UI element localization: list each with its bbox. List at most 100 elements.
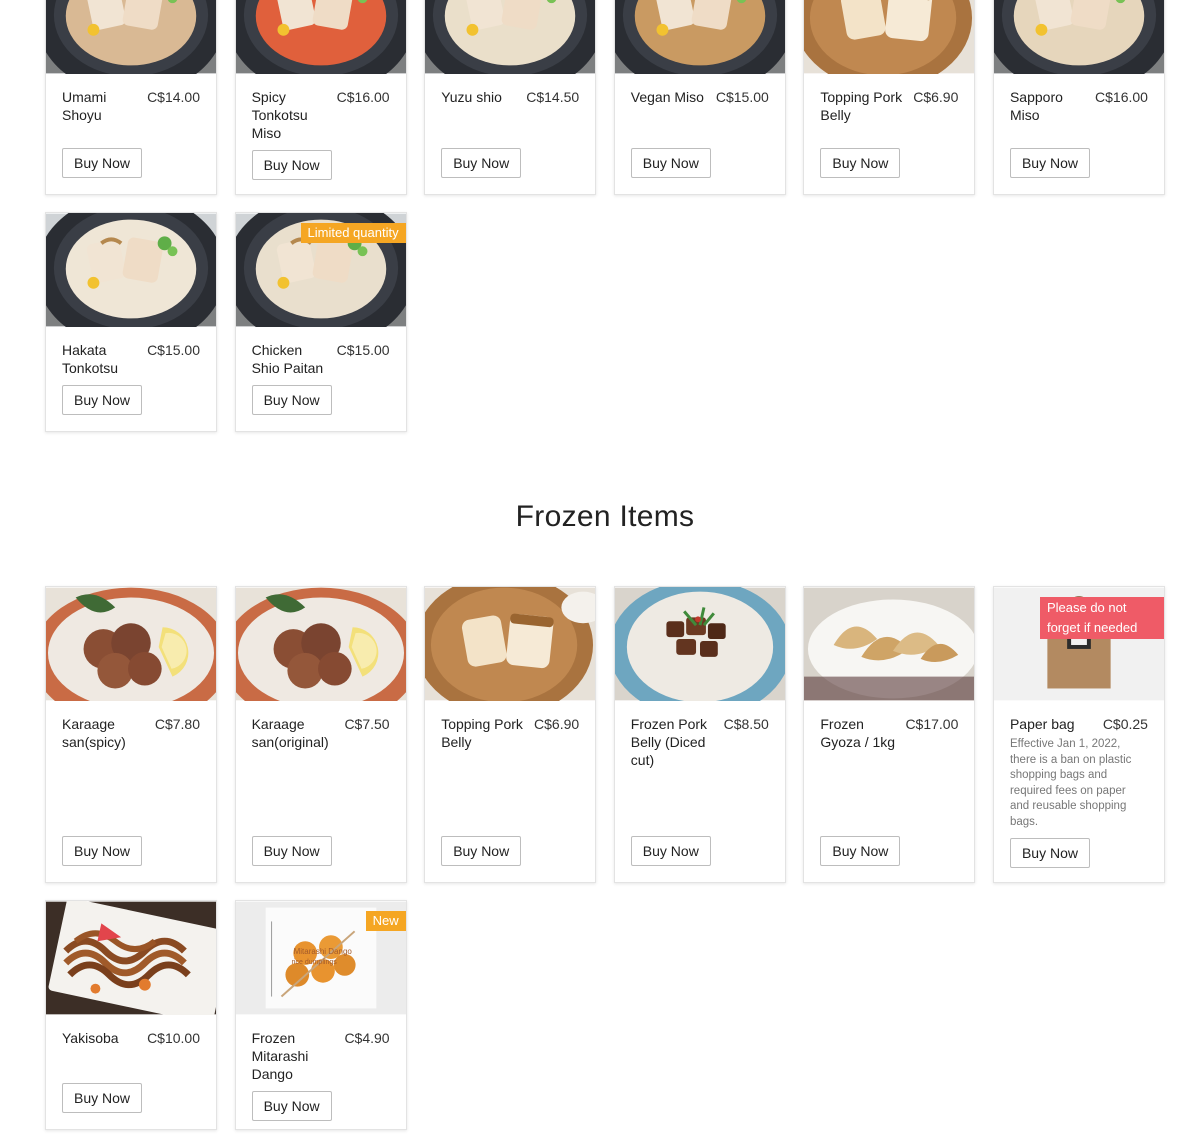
product-card[interactable]: Please do not forget if needed Paper bag… [992, 586, 1165, 884]
product-info: Vegan Miso C$15.00 Buy Now [615, 74, 785, 194]
product-card[interactable]: Sapporo Miso C$16.00 Buy Now [992, 0, 1165, 195]
product-info: Yuzu shio C$14.50 Buy Now [425, 74, 595, 194]
product-card[interactable]: Spicy Tonkotsu Miso C$16.00 Buy Now [234, 0, 407, 195]
product-info: Karaage san(original) C$7.50 Buy Now [236, 701, 406, 882]
buy-now-button[interactable]: Buy Now [251, 1091, 332, 1121]
buy-now-button[interactable]: Buy Now [1009, 838, 1090, 868]
product-name[interactable]: Frozen Pork Belly (Diced cut) [631, 715, 716, 769]
buy-now-button[interactable]: Buy Now [62, 836, 143, 866]
product-card[interactable]: Hakata Tonkotsu C$15.00 Buy Now [45, 212, 217, 432]
package-label: Mitarashi Dango [293, 947, 352, 956]
buy-now-button[interactable]: Buy Now [630, 836, 711, 866]
karaage-image[interactable] [46, 587, 216, 701]
reminder-badge: Please do not forget if needed [1039, 597, 1164, 639]
ramen-image[interactable]: Limited quantity [236, 213, 406, 327]
buy-now-button[interactable]: Buy Now [820, 836, 901, 866]
buy-now-button[interactable]: Buy Now [441, 148, 522, 178]
buy-now-button[interactable]: Buy Now [1009, 148, 1090, 178]
product-price: C$16.00 [1095, 89, 1148, 105]
product-price: C$6.90 [913, 89, 959, 105]
buy-now-button[interactable]: Buy Now [62, 1083, 143, 1113]
limited-quantity-badge: Limited quantity [300, 223, 406, 243]
ramen-product-grid: Umami Shoyu C$14.00 Buy Now Spicy Tonkots… [45, 0, 1165, 432]
product-price: C$14.50 [526, 89, 580, 105]
product-price: C$4.90 [344, 1030, 390, 1046]
product-name[interactable]: Umami Shoyu [62, 88, 139, 124]
product-name[interactable]: Karaage san(spicy) [62, 715, 147, 751]
product-price: C$14.00 [147, 89, 200, 105]
package-sublabel: rice dumplings [291, 959, 337, 966]
product-price: C$6.90 [534, 716, 580, 732]
product-info: Hakata Tonkotsu C$15.00 Buy Now [46, 327, 216, 431]
pork-belly-image[interactable] [804, 0, 974, 74]
product-card[interactable]: Frozen Gyoza / 1kg C$17.00 Buy Now [803, 586, 976, 883]
gyoza-image[interactable] [804, 587, 974, 701]
product-name[interactable]: Vegan Miso [631, 88, 704, 106]
product-card[interactable]: Topping Pork Belly C$6.90 Buy Now [424, 586, 597, 883]
product-price: C$15.00 [147, 342, 200, 358]
product-name[interactable]: Topping Pork Belly [441, 715, 526, 751]
product-card[interactable]: Frozen Pork Belly (Diced cut) C$8.50 Buy … [613, 586, 786, 883]
dango-image[interactable]: Mitarashi Dango rice dumplings New [236, 901, 406, 1015]
paper-bag-image[interactable]: Please do not forget if needed [994, 587, 1164, 701]
product-card[interactable]: Yakisoba C$10.00 Buy Now [45, 900, 217, 1130]
product-price: C$10.00 [147, 1030, 200, 1046]
product-name[interactable]: Spicy Tonkotsu Miso [252, 88, 329, 142]
product-card[interactable]: Mitarashi Dango rice dumplings New Froze… [234, 900, 407, 1130]
diced-pork-image[interactable] [615, 587, 785, 701]
ramen-image[interactable] [994, 0, 1164, 74]
product-info: Frozen Gyoza / 1kg C$17.00 Buy Now [804, 701, 974, 882]
product-name[interactable]: Paper bag [1010, 715, 1075, 733]
product-name[interactable]: Sapporo Miso [1010, 88, 1087, 124]
buy-now-button[interactable]: Buy Now [251, 385, 332, 415]
ramen-image[interactable] [46, 213, 216, 327]
product-name[interactable]: Topping Pork Belly [820, 88, 905, 124]
product-name[interactable]: Chicken Shio Paitan [252, 341, 329, 377]
product-price: C$16.00 [336, 89, 390, 105]
product-card[interactable]: Vegan Miso C$15.00 Buy Now [613, 0, 786, 195]
product-price: C$0.25 [1102, 716, 1148, 732]
product-card[interactable]: Umami Shoyu C$14.00 Buy Now [45, 0, 217, 195]
new-badge: New [365, 911, 406, 931]
product-card[interactable]: Topping Pork Belly C$6.90 Buy Now [803, 0, 976, 195]
product-name[interactable]: Yakisoba [62, 1029, 119, 1047]
buy-now-button[interactable]: Buy Now [820, 148, 901, 178]
product-info: Chicken Shio Paitan C$15.00 Buy Now [236, 327, 406, 431]
section-title-frozen-items: Frozen Items [515, 500, 695, 533]
product-info: Frozen Mitarashi Dango C$4.90 Buy Now [236, 1015, 406, 1137]
product-price: C$17.00 [905, 716, 959, 732]
buy-now-button[interactable]: Buy Now [251, 836, 332, 866]
product-info: Frozen Pork Belly (Diced cut) C$8.50 Buy … [615, 701, 785, 882]
product-info: Yakisoba C$10.00 Buy Now [46, 1015, 216, 1129]
frozen-product-grid: Karaage san(spicy) C$7.80 Buy Now Karaage… [45, 586, 1165, 1130]
product-name[interactable]: Karaage san(original) [252, 715, 337, 751]
product-info: Topping Pork Belly C$6.90 Buy Now [425, 701, 595, 882]
product-info: Karaage san(spicy) C$7.80 Buy Now [46, 701, 216, 882]
buy-now-button[interactable]: Buy Now [630, 148, 711, 178]
product-name[interactable]: Frozen Gyoza / 1kg [820, 715, 897, 751]
product-card[interactable]: Karaage san(original) C$7.50 Buy Now [234, 586, 407, 883]
product-price: C$7.50 [344, 716, 390, 732]
buy-now-button[interactable]: Buy Now [62, 148, 143, 178]
product-card[interactable]: Karaage san(spicy) C$7.80 Buy Now [45, 586, 217, 883]
ramen-image[interactable] [236, 0, 406, 74]
product-card[interactable]: Yuzu shio C$14.50 Buy Now [424, 0, 597, 195]
pork-belly-image[interactable] [425, 587, 595, 701]
ramen-image[interactable] [425, 0, 595, 74]
product-card[interactable]: Limited quantity Chicken Shio Paitan C$15… [234, 212, 407, 432]
ramen-image[interactable] [615, 0, 785, 74]
yakisoba-image[interactable] [46, 901, 216, 1015]
product-info: Sapporo Miso C$16.00 Buy Now [994, 74, 1164, 194]
product-name[interactable]: Hakata Tonkotsu [62, 341, 139, 377]
ramen-image[interactable] [46, 0, 216, 74]
product-name[interactable]: Yuzu shio [441, 88, 502, 106]
karaage-image[interactable] [236, 587, 406, 701]
product-price: C$8.50 [723, 716, 769, 732]
buy-now-button[interactable]: Buy Now [251, 150, 332, 180]
product-info: Topping Pork Belly C$6.90 Buy Now [804, 74, 974, 194]
product-name[interactable]: Frozen Mitarashi Dango [252, 1029, 337, 1083]
buy-now-button[interactable]: Buy Now [441, 836, 522, 866]
product-price: C$7.80 [154, 716, 200, 732]
buy-now-button[interactable]: Buy Now [62, 385, 143, 415]
product-info: Paper bag C$0.25 Effective Jan 1, 2022, t… [994, 701, 1164, 884]
